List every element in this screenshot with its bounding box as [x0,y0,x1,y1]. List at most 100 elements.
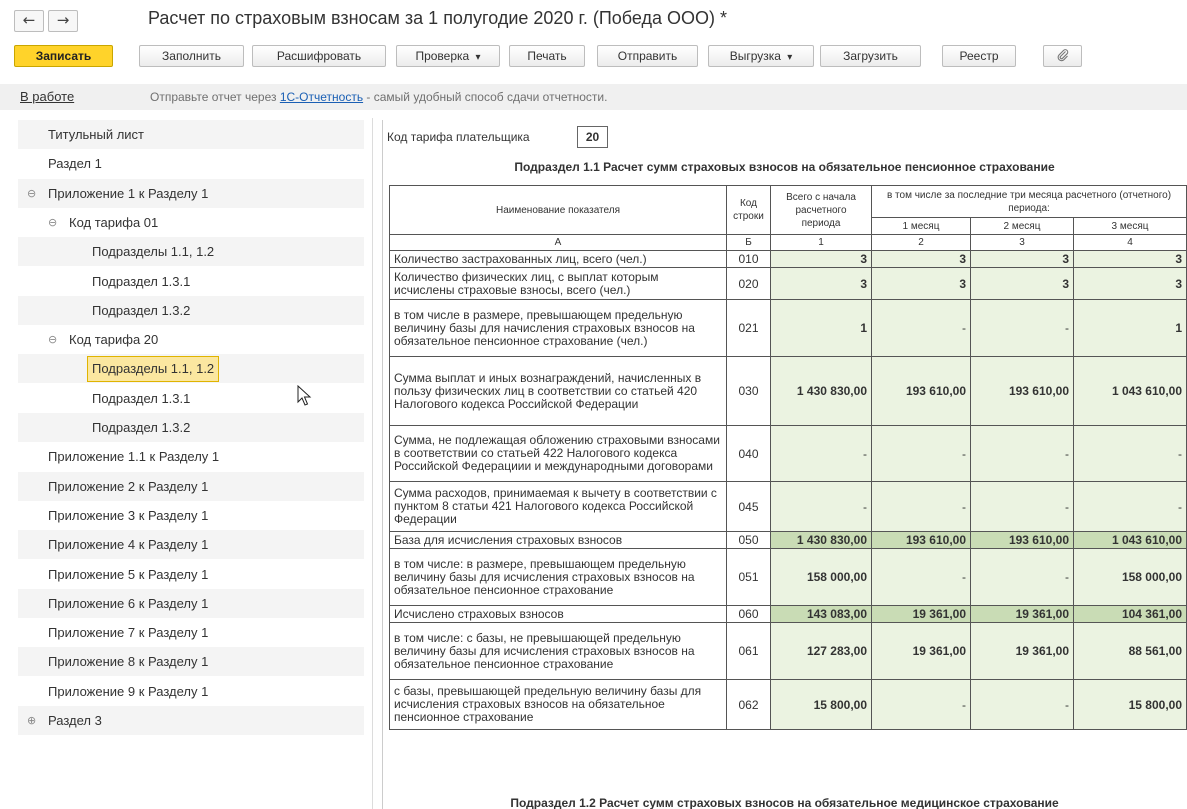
tree-item[interactable]: Приложение 6 к Разделу 1 [18,588,364,618]
value-cell[interactable]: 143 083,00 [770,605,872,623]
expand-icon[interactable]: ⊕ [27,706,36,735]
value-cell[interactable]: 1 [770,299,872,357]
tree-item[interactable]: ⊖ Приложение 1 к Разделу 1 [18,178,364,208]
tree-item[interactable]: Подразделы 1.1, 1.2 [18,354,364,384]
status-msg-before: Отправьте отчет через [150,90,280,104]
line-code: 061 [726,622,771,680]
value-cell[interactable]: - [871,481,971,532]
collapse-icon[interactable]: ⊖ [48,325,57,354]
value-cell[interactable]: 15 800,00 [1072,679,1187,730]
back-button[interactable]: ← [14,10,44,32]
line-code: 021 [726,299,771,357]
print-button[interactable]: Печать [509,45,585,67]
tree-item[interactable]: Приложение 8 к Разделу 1 [18,647,364,677]
value-cell[interactable]: - [770,425,872,482]
tree-item[interactable]: ⊖ Код тарифа 20 [18,325,364,354]
tree-item[interactable]: Подраздел 1.3.1 [18,267,364,296]
value-cell[interactable]: 193 610,00 [970,531,1074,549]
value-cell[interactable]: - [1072,425,1187,482]
value-cell[interactable]: 3 [871,267,971,300]
title-bar: ← → Расчет по страховым взносам за 1 пол… [0,0,1187,40]
value-cell[interactable]: 193 610,00 [871,531,971,549]
value-cell[interactable]: - [970,548,1074,606]
value-cell[interactable]: 193 610,00 [970,356,1074,426]
value-cell[interactable]: - [970,299,1074,357]
value-cell[interactable]: 1 043 610,00 [1072,356,1187,426]
value-cell[interactable]: 158 000,00 [770,548,872,606]
value-cell[interactable]: 19 361,00 [871,605,971,623]
decode-button[interactable]: Расшифровать [252,45,386,67]
tree-item[interactable]: Приложение 1.1 к Разделу 1 [18,442,364,471]
export-dropdown-button[interactable]: Выгрузка ▾ [708,45,814,67]
status-state-link[interactable]: В работе [20,89,74,104]
value-cell[interactable]: 193 610,00 [871,356,971,426]
value-cell[interactable]: 19 361,00 [970,605,1074,623]
value-cell[interactable]: 158 000,00 [1072,548,1187,606]
value-cell[interactable]: - [970,481,1074,532]
value-cell[interactable]: - [970,425,1074,482]
tree-item[interactable]: Приложение 3 к Разделу 1 [18,501,364,530]
registry-button[interactable]: Реестр [942,45,1016,67]
header-letter: Б [726,234,771,251]
tree-item[interactable]: ⊕ Раздел 3 [18,706,364,735]
line-code: 030 [726,356,771,426]
save-button[interactable]: Записать [14,45,113,67]
value-cell[interactable]: 3 [1072,250,1187,268]
tree-item[interactable]: Подразделы 1.1, 1.2 [18,237,364,267]
tree-item[interactable]: Приложение 5 к Разделу 1 [18,560,364,589]
value-cell[interactable]: 1 043 610,00 [1072,531,1187,549]
tree-item-label: Приложение 8 к Разделу 1 [48,654,209,670]
value-cell[interactable]: 3 [770,267,872,300]
fill-button[interactable]: Заполнить [139,45,244,67]
value-cell[interactable]: 3 [770,250,872,268]
mouse-cursor-icon [297,385,312,406]
forward-button[interactable]: → [48,10,78,32]
indicator-name: Исчислено страховых взносов [389,605,727,623]
value-cell[interactable]: 104 361,00 [1072,605,1187,623]
indicator-name: Количество физических лиц, с выплат кото… [389,267,727,300]
line-code: 045 [726,481,771,532]
value-cell[interactable]: - [871,299,971,357]
value-cell[interactable]: - [871,425,971,482]
tree-item[interactable]: Приложение 4 к Разделу 1 [18,530,364,560]
value-cell[interactable]: 3 [970,267,1074,300]
value-cell[interactable]: 1 430 830,00 [770,356,872,426]
value-cell[interactable]: 127 283,00 [770,622,872,680]
value-cell[interactable]: 1 [1072,299,1187,357]
tree-item[interactable]: Приложение 7 к Разделу 1 [18,618,364,647]
table-row: Количество физических лиц, с выплат кото… [389,267,1187,300]
tree-item[interactable]: Приложение 2 к Разделу 1 [18,471,364,501]
send-button[interactable]: Отправить [597,45,698,67]
value-cell[interactable]: - [770,481,872,532]
value-cell[interactable]: - [871,548,971,606]
line-code: 040 [726,425,771,482]
table-row: Сумма выплат и иных вознаграждений, начи… [389,356,1187,426]
panel-divider[interactable] [372,118,373,809]
tree-item[interactable]: Подраздел 1.3.2 [18,413,364,442]
table-row: База для исчисления страховых взносов 050… [389,531,1187,549]
tariff-code-field[interactable]: 20 [577,126,608,148]
tree-item[interactable]: ⊖ Код тарифа 01 [18,208,364,237]
value-cell[interactable]: 3 [1072,267,1187,300]
collapse-icon[interactable]: ⊖ [48,208,57,237]
value-cell[interactable]: - [1072,481,1187,532]
tree-item[interactable]: Титульный лист [18,120,364,149]
check-dropdown-button[interactable]: Проверка ▾ [396,45,500,67]
value-cell[interactable]: 88 561,00 [1072,622,1187,680]
tree-item[interactable]: Раздел 1 [18,149,364,178]
1c-reporting-link[interactable]: 1С-Отчетность [280,90,363,104]
value-cell[interactable]: 3 [970,250,1074,268]
value-cell[interactable]: 19 361,00 [871,622,971,680]
value-cell[interactable]: - [970,679,1074,730]
attach-button[interactable] [1043,45,1082,67]
tree-item[interactable]: Приложение 9 к Разделу 1 [18,677,364,706]
value-cell[interactable]: 3 [871,250,971,268]
value-cell[interactable]: 19 361,00 [970,622,1074,680]
load-button[interactable]: Загрузить [820,45,921,67]
value-cell[interactable]: 15 800,00 [770,679,872,730]
tree-item[interactable]: Подраздел 1.3.2 [18,295,364,325]
tree-item-label: Приложение 5 к Разделу 1 [48,566,209,582]
value-cell[interactable]: - [871,679,971,730]
collapse-icon[interactable]: ⊖ [27,179,36,208]
value-cell[interactable]: 1 430 830,00 [770,531,872,549]
